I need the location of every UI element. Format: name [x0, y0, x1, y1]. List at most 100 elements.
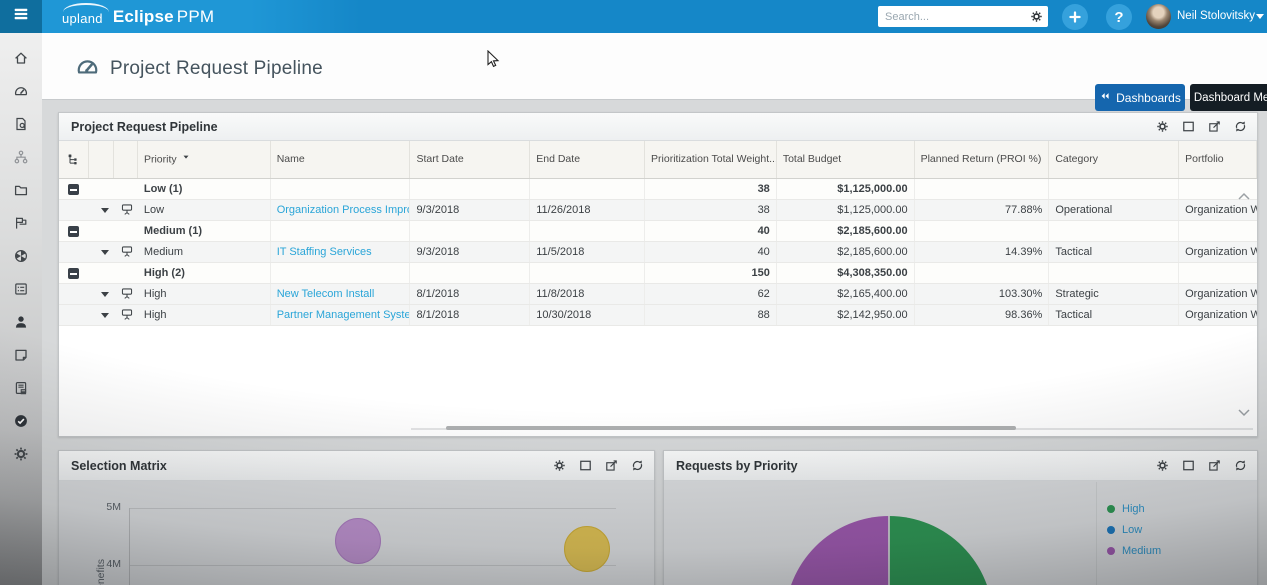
selection-matrix-panel: Selection Matrix 5M 4M Benefits — [58, 450, 655, 585]
dashboard-menu-button[interactable]: Dashboard Menu — [1190, 84, 1267, 111]
request-link[interactable]: Partner Management System — [277, 309, 411, 321]
sidebar-item-project-request[interactable] — [13, 116, 29, 132]
column-header-total-budget[interactable]: Total Budget — [777, 141, 915, 178]
request-item-icon — [120, 287, 132, 301]
row-cell — [114, 242, 138, 262]
pipeline-group-row[interactable]: Medium (1)40$2,185,600.00 — [59, 221, 1257, 242]
row-expand-caret[interactable] — [101, 313, 109, 318]
edit-icon[interactable] — [1208, 459, 1221, 472]
legend-item-low[interactable]: Low — [1107, 519, 1161, 540]
column-header-end-date[interactable]: End Date — [530, 141, 645, 178]
chart-legend: High Low Medium — [1107, 498, 1161, 561]
settings-icon[interactable] — [1156, 120, 1169, 133]
legend-item-medium[interactable]: Medium — [1107, 540, 1161, 561]
sidebar-item-note[interactable] — [13, 347, 29, 363]
column-header-planned-return-proi[interactable]: Planned Return (PROI %) — [915, 141, 1050, 178]
row-expand-caret[interactable] — [101, 250, 109, 255]
row-cell — [1049, 179, 1179, 199]
row-cell — [410, 179, 530, 199]
row-cell — [915, 221, 1050, 241]
page-title: Project Request Pipeline — [110, 58, 323, 80]
pipeline-group-row[interactable]: Low (1)38$1,125,000.00 — [59, 179, 1257, 200]
request-item-icon — [120, 245, 132, 259]
sidebar-item-gear[interactable] — [13, 446, 29, 462]
row-cell: 8/1/2018 — [410, 284, 530, 304]
scroll-down-button[interactable] — [1237, 408, 1251, 418]
settings-icon[interactable] — [1156, 459, 1169, 472]
pipeline-row[interactable]: HighNew Telecom Install8/1/201811/8/2018… — [59, 284, 1257, 305]
refresh-icon[interactable] — [1234, 120, 1247, 133]
column-header-name[interactable]: Name — [271, 141, 411, 178]
scroll-up-button[interactable] — [1237, 191, 1251, 201]
scrollbar-thumb[interactable] — [446, 426, 1016, 430]
sidebar-item-dashboard-gauge[interactable] — [13, 83, 29, 99]
row-cell: $2,185,600.00 — [777, 221, 915, 241]
dashboards-button[interactable]: Dashboards — [1095, 84, 1185, 111]
maximize-icon[interactable] — [1182, 120, 1195, 133]
legend-item-high[interactable]: High — [1107, 498, 1161, 519]
column-header-prioritization-total-weight[interactable]: Prioritization Total Weight... — [645, 141, 777, 178]
horizontal-scrollbar[interactable] — [411, 426, 1253, 432]
request-item-icon — [120, 308, 132, 322]
sidebar-item-sitemap[interactable] — [13, 149, 29, 165]
chevron-down-icon[interactable] — [1256, 14, 1264, 19]
pipeline-row[interactable]: LowOrganization Process Improvem...9/3/2… — [59, 200, 1257, 221]
column-header-priority[interactable]: Priority — [138, 141, 271, 178]
sidebar-item-home[interactable] — [13, 50, 29, 66]
row-cell — [89, 221, 114, 241]
row-cell: Low — [138, 200, 271, 220]
matrix-bubble-0[interactable] — [335, 518, 381, 564]
add-icon — [1068, 10, 1082, 24]
collapse-group-button[interactable] — [68, 184, 79, 195]
requests-panel-header: Requests by Priority — [664, 451, 1257, 481]
row-cell: 77.88% — [915, 200, 1050, 220]
row-expand-caret[interactable] — [101, 292, 109, 297]
pipeline-row[interactable]: HighPartner Management System8/1/201810/… — [59, 305, 1257, 326]
row-cell: 103.30% — [915, 284, 1050, 304]
user-menu[interactable]: Neil Stolovitsky — [1177, 10, 1255, 22]
request-link[interactable]: Organization Process Improvem... — [277, 204, 411, 216]
sidebar-item-user[interactable] — [13, 314, 29, 330]
help-button[interactable]: ? — [1106, 4, 1132, 30]
add-button[interactable] — [1062, 4, 1088, 30]
settings-icon[interactable] — [553, 459, 566, 472]
maximize-icon[interactable] — [1182, 459, 1195, 472]
column-header-start-date[interactable]: Start Date — [410, 141, 530, 178]
matrix-bubble-1[interactable] — [564, 526, 610, 572]
menu-button[interactable] — [0, 0, 42, 33]
row-cell: $2,185,600.00 — [777, 242, 915, 262]
row-cell — [59, 242, 89, 262]
column-header-portfolio[interactable]: Portfolio — [1179, 141, 1257, 178]
request-link[interactable]: IT Staffing Services — [277, 246, 372, 258]
sidebar — [0, 33, 42, 585]
sidebar-item-folder[interactable] — [13, 182, 29, 198]
collapse-group-button[interactable] — [68, 226, 79, 237]
sidebar-item-wheel[interactable] — [13, 248, 29, 264]
column-header-category[interactable]: Category — [1049, 141, 1179, 178]
row-cell: Medium (1) — [138, 221, 271, 241]
pipeline-row[interactable]: MediumIT Staffing Services9/3/201811/5/2… — [59, 242, 1257, 263]
row-cell: Organization Wide — [1179, 242, 1257, 262]
row-cell — [59, 305, 89, 325]
legend-label: Low — [1122, 524, 1142, 536]
pipeline-group-row[interactable]: High (2)150$4,308,350.00 — [59, 263, 1257, 284]
refresh-icon[interactable] — [1234, 459, 1247, 472]
hierarchy-toggle[interactable] — [59, 141, 89, 178]
chevron-down-icon — [1237, 408, 1251, 418]
edit-icon[interactable] — [1208, 120, 1221, 133]
edit-icon[interactable] — [605, 459, 618, 472]
refresh-icon[interactable] — [631, 459, 644, 472]
sidebar-item-flags[interactable] — [13, 215, 29, 231]
search-input[interactable] — [885, 11, 1030, 23]
row-cell: $2,165,400.00 — [777, 284, 915, 304]
avatar[interactable] — [1146, 4, 1171, 29]
row-cell — [89, 305, 114, 325]
sidebar-item-reports[interactable] — [13, 380, 29, 396]
sidebar-item-check-circle[interactable] — [13, 413, 29, 429]
collapse-group-button[interactable] — [68, 268, 79, 279]
maximize-icon[interactable] — [579, 459, 592, 472]
search-settings-icon[interactable] — [1030, 10, 1043, 23]
request-link[interactable]: New Telecom Install — [277, 288, 375, 300]
row-expand-caret[interactable] — [101, 208, 109, 213]
sidebar-item-form[interactable] — [13, 281, 29, 297]
